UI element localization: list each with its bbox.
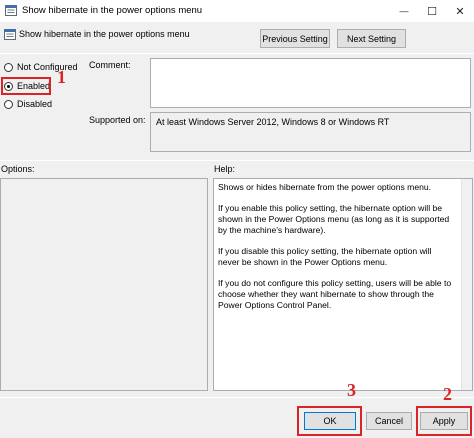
apply-marker: 2	[443, 384, 452, 404]
window-title: Show hibernate in the power options menu	[22, 5, 203, 16]
options-pane	[0, 178, 208, 391]
comment-field[interactable]	[150, 58, 471, 108]
footer-separator	[0, 397, 474, 398]
header-separator	[0, 53, 474, 54]
close-icon: ✕	[455, 5, 465, 18]
options-label: Options:	[1, 164, 35, 174]
ok-highlight-box	[297, 406, 362, 436]
minimize-icon: —	[399, 6, 409, 16]
radio-not-configured-label: Not Configured	[17, 62, 78, 72]
maximize-button[interactable]: ☐	[418, 0, 446, 22]
middle-separator	[0, 160, 474, 161]
help-paragraph: Shows or hides hibernate from the power …	[218, 182, 432, 192]
help-label: Help:	[214, 164, 236, 174]
radio-disabled-circle[interactable]	[4, 99, 13, 109]
supported-on-value: At least Windows Server 2012, Windows 8 …	[150, 112, 471, 152]
help-paragraph: If you disable this policy setting, the …	[218, 246, 432, 267]
enabled-marker: 1	[57, 67, 66, 87]
radio-disabled[interactable]: Disabled	[4, 99, 52, 109]
setting-icon	[4, 29, 16, 40]
ok-marker: 3	[347, 380, 356, 400]
radio-not-configured-circle[interactable]	[4, 62, 13, 72]
apply-highlight-box	[416, 406, 472, 436]
close-button[interactable]: ✕	[446, 0, 474, 22]
comment-label: Comment:	[89, 60, 131, 70]
help-paragraph: If you enable this policy setting, the h…	[218, 203, 450, 235]
radio-not-configured[interactable]: Not Configured	[4, 62, 78, 72]
previous-setting-button[interactable]: Previous Setting	[260, 29, 330, 48]
help-paragraph: If you do not configure this policy sett…	[218, 278, 452, 310]
cancel-button[interactable]: Cancel	[366, 412, 412, 430]
policy-icon	[5, 5, 17, 16]
supported-on-label: Supported on:	[89, 115, 146, 125]
minimize-button[interactable]: —	[390, 0, 418, 22]
next-setting-button[interactable]: Next Setting	[337, 29, 406, 48]
help-scrollbar[interactable]	[461, 179, 472, 390]
enabled-highlight-box	[1, 77, 51, 95]
help-pane: Shows or hides hibernate from the power …	[213, 178, 473, 391]
policy-name: Show hibernate in the power options menu	[19, 29, 190, 39]
radio-disabled-label: Disabled	[17, 99, 53, 109]
maximize-icon: ☐	[427, 5, 437, 18]
